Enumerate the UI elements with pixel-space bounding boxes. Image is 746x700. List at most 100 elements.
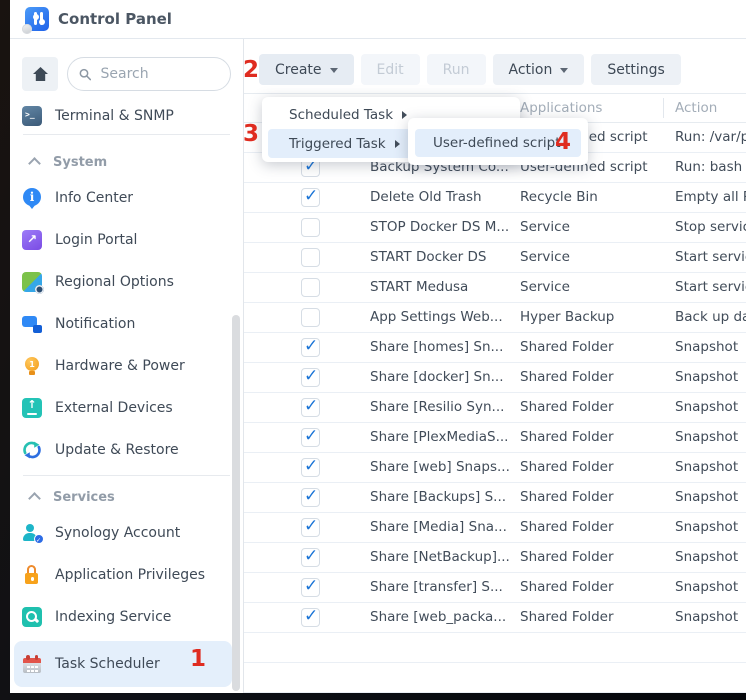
row-checkbox[interactable] bbox=[301, 278, 320, 297]
sidebar-item-info-center[interactable]: iInfo Center bbox=[10, 177, 243, 219]
row-checkbox[interactable] bbox=[301, 488, 320, 507]
settings-button[interactable]: Settings bbox=[591, 54, 680, 85]
sidebar-item-terminal-snmp[interactable]: >_Terminal & SNMP bbox=[10, 101, 243, 131]
search-box[interactable] bbox=[67, 57, 231, 91]
sidebar-item-application-privileges[interactable]: Application Privileges bbox=[10, 554, 243, 596]
hardware-power-icon: 1 bbox=[22, 356, 42, 376]
edit-button[interactable]: Edit bbox=[361, 54, 420, 85]
row-checkbox[interactable] bbox=[301, 188, 320, 207]
control-panel-icon bbox=[25, 7, 49, 31]
row-checkbox[interactable] bbox=[301, 338, 320, 357]
cell-name: App Settings Web... bbox=[370, 303, 503, 332]
row-checkbox[interactable] bbox=[301, 398, 320, 417]
home-button[interactable] bbox=[22, 57, 58, 91]
cell-app: Shared Folder bbox=[520, 423, 614, 452]
task-table: Applications Action User-defined scriptR… bbox=[244, 93, 746, 693]
table-row[interactable]: START Docker DSServiceStart servic bbox=[244, 243, 746, 273]
regional-options-icon bbox=[22, 272, 42, 292]
sidebar-item-notification[interactable]: Notification bbox=[10, 303, 243, 345]
cell-app: Shared Folder bbox=[520, 543, 614, 572]
cell-act: Start servic bbox=[675, 243, 746, 272]
cell-act: Snapshot bbox=[675, 423, 738, 452]
cell-act: Snapshot bbox=[675, 453, 738, 482]
cell-act: Run: /var/p bbox=[675, 123, 746, 152]
application-privileges-icon bbox=[22, 565, 42, 585]
sidebar-item-regional-options[interactable]: Regional Options bbox=[10, 261, 243, 303]
row-checkbox[interactable] bbox=[301, 458, 320, 477]
table-row[interactable]: Share [Media] Sna...Shared FolderSnapsho… bbox=[244, 513, 746, 543]
sidebar-nav: >_Terminal & SNMP SystemiInfo Center↗Logi… bbox=[10, 101, 243, 687]
row-checkbox[interactable] bbox=[301, 548, 320, 567]
cell-name: START Medusa bbox=[370, 273, 468, 302]
chevron-up-icon bbox=[28, 492, 41, 505]
sidebar-scrollbar[interactable] bbox=[232, 315, 240, 691]
cell-act: Snapshot bbox=[675, 393, 738, 422]
table-row[interactable]: Share [web] Snaps...Shared FolderSnapsho… bbox=[244, 453, 746, 483]
row-checkbox[interactable] bbox=[301, 308, 320, 327]
section-header-system[interactable]: System bbox=[10, 147, 243, 177]
cell-act: Snapshot bbox=[675, 543, 738, 572]
sidebar-item-external-devices[interactable]: ↑External Devices bbox=[10, 387, 243, 429]
cell-act: Snapshot bbox=[675, 573, 738, 602]
cell-app: Shared Folder bbox=[520, 483, 614, 512]
table-row[interactable]: Delete Old Trash Recycle Bin Empty all R bbox=[244, 183, 746, 213]
table-row[interactable]: START MedusaServiceStart servic bbox=[244, 273, 746, 303]
cell-name: START Docker DS bbox=[370, 243, 486, 272]
toolbar: CreateEditRunActionSettings bbox=[244, 39, 746, 85]
cell-name: Delete Old Trash bbox=[370, 183, 482, 212]
cell-name: Share [web_packa... bbox=[370, 603, 506, 632]
table-row[interactable]: STOP Docker DS M...ServiceStop servic bbox=[244, 213, 746, 243]
row-checkbox[interactable] bbox=[301, 578, 320, 597]
window-title: Control Panel bbox=[58, 10, 172, 28]
table-row[interactable]: Share [PlexMediaS...Shared FolderSnapsho… bbox=[244, 423, 746, 453]
table-row[interactable]: Share [Resilio Syn...Shared FolderSnapsh… bbox=[244, 393, 746, 423]
sidebar-item-login-portal[interactable]: ↗Login Portal bbox=[10, 219, 243, 261]
section-header-services[interactable]: Services bbox=[10, 482, 243, 512]
cell-name: Share [transfer] S... bbox=[370, 573, 503, 602]
row-checkbox[interactable] bbox=[301, 518, 320, 537]
table-row[interactable]: Share [Backups] S...Shared FolderSnapsho… bbox=[244, 483, 746, 513]
annotation-step-1: 1 bbox=[190, 648, 206, 671]
table-row[interactable]: Share [homes] Sn...Shared FolderSnapshot bbox=[244, 333, 746, 363]
table-row[interactable]: App Settings Web...Hyper BackupBack up d… bbox=[244, 303, 746, 333]
table-body: User-defined scriptRun: /var/pBackup Sys… bbox=[244, 123, 746, 693]
create-button[interactable]: Create bbox=[259, 54, 354, 85]
cell-name: Share [NetBackup]... bbox=[370, 543, 510, 572]
sidebar-divider bbox=[23, 475, 230, 476]
cell-name: Share [web] Snaps... bbox=[370, 453, 510, 482]
row-checkbox[interactable] bbox=[301, 248, 320, 267]
cell-name: Share [Media] Sna... bbox=[370, 513, 507, 542]
cell-act: Start servic bbox=[675, 273, 746, 302]
sidebar-item-hardware-power[interactable]: 1Hardware & Power bbox=[10, 345, 243, 387]
cell-act: Run: bash / bbox=[675, 153, 746, 182]
sidebar-item-indexing-service[interactable]: Indexing Service bbox=[10, 596, 243, 638]
run-button[interactable]: Run bbox=[427, 54, 486, 85]
cell-app: Recycle Bin bbox=[520, 183, 598, 212]
row-checkbox[interactable] bbox=[301, 428, 320, 447]
annotation-step-3: 3 bbox=[243, 123, 259, 146]
action-button[interactable]: Action bbox=[493, 54, 585, 85]
sidebar: >_Terminal & SNMP SystemiInfo Center↗Logi… bbox=[10, 39, 244, 693]
cell-act: Snapshot bbox=[675, 483, 738, 512]
search-icon bbox=[79, 67, 91, 82]
sidebar-item-update-restore[interactable]: Update & Restore bbox=[10, 429, 243, 471]
row-checkbox[interactable] bbox=[301, 368, 320, 387]
column-header-action[interactable]: Action bbox=[675, 94, 717, 122]
sidebar-item-synology-account[interactable]: ✓Synology Account bbox=[10, 512, 243, 554]
cell-app: Shared Folder bbox=[520, 603, 614, 632]
row-checkbox[interactable] bbox=[301, 608, 320, 627]
cell-act: Empty all R bbox=[675, 183, 746, 212]
synology-account-icon: ✓ bbox=[22, 523, 42, 543]
cell-app: Shared Folder bbox=[520, 573, 614, 602]
table-row[interactable]: Share [transfer] S... Shared Folder Snapsh… bbox=[244, 573, 746, 603]
search-input[interactable] bbox=[98, 65, 219, 83]
row-checkbox[interactable] bbox=[301, 218, 320, 237]
table-row[interactable]: Share [web_packa...Shared FolderSnapshot bbox=[244, 603, 746, 633]
titlebar: Control Panel bbox=[10, 0, 746, 39]
submenu-arrow-icon bbox=[402, 111, 411, 119]
table-row[interactable]: Share [docker] Sn...Shared FolderSnapsho… bbox=[244, 363, 746, 393]
table-row[interactable]: Share [NetBackup]... Shared Folder Snapsho… bbox=[244, 543, 746, 573]
cell-name: Share [Resilio Syn... bbox=[370, 393, 504, 422]
caret-down-icon bbox=[560, 68, 568, 77]
chevron-up-icon bbox=[28, 157, 41, 170]
